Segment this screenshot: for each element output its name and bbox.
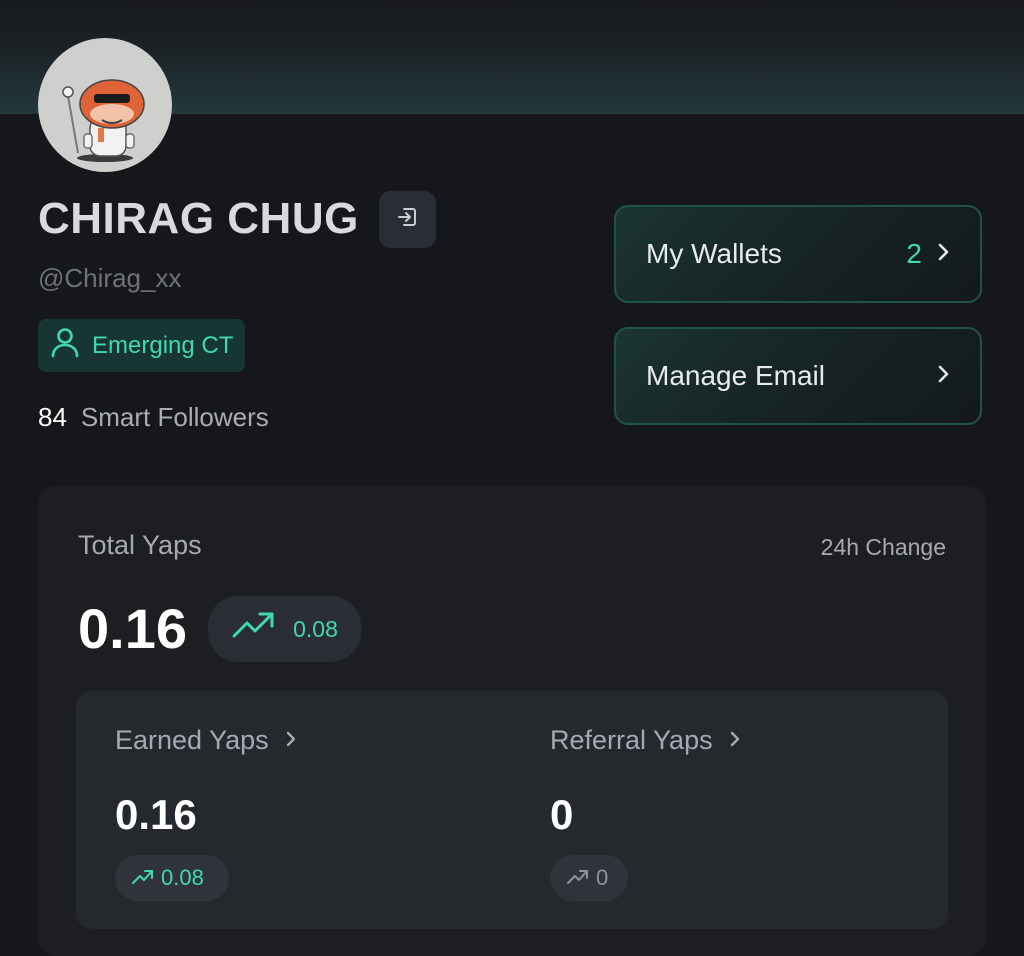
yaps-breakdown: Earned Yaps 0.16 0.08 Referral Yaps 0 0 <box>76 691 948 929</box>
user-icon <box>50 326 92 365</box>
chevron-right-icon <box>713 725 741 756</box>
chevron-right-icon <box>269 725 297 756</box>
avatar <box>38 38 172 172</box>
total-change-value: 0.08 <box>293 615 338 642</box>
manage-email-button[interactable]: Manage Email <box>614 327 982 425</box>
profile-name: CHIRAG CHUG <box>38 194 359 243</box>
earned-yaps-link[interactable]: Earned Yaps <box>115 725 297 756</box>
my-wallets-label: My Wallets <box>646 238 782 269</box>
profile-handle: @Chirag_xx <box>38 263 182 293</box>
referral-change-pill: 0 <box>550 855 628 901</box>
earned-change-value: 0.08 <box>161 865 204 890</box>
badge-label: Emerging CT <box>92 331 234 359</box>
earned-yaps-value: 0.16 <box>115 791 197 838</box>
chevron-right-icon <box>936 363 950 390</box>
smart-followers-count: 84 <box>38 402 67 432</box>
smart-followers: 84 Smart Followers <box>38 402 269 433</box>
referral-yaps-label: Referral Yaps <box>550 725 713 755</box>
trending-up-icon <box>131 865 161 891</box>
profile-name-row: CHIRAG CHUG <box>38 190 436 248</box>
referral-change-value: 0 <box>596 865 609 890</box>
referral-yaps-link[interactable]: Referral Yaps <box>550 725 741 756</box>
smart-followers-label: Smart Followers <box>80 402 269 432</box>
chevron-right-icon <box>936 241 950 268</box>
trending-up-icon <box>231 612 293 646</box>
trending-up-icon <box>566 865 596 891</box>
total-yaps-value: 0.16 <box>78 597 187 660</box>
wallets-count: 2 <box>906 238 922 269</box>
logout-icon <box>395 205 419 234</box>
referral-yaps-value: 0 <box>550 791 574 838</box>
change-label: 24h Change <box>820 534 946 560</box>
total-yaps-title: Total Yaps <box>78 530 202 560</box>
total-change-pill: 0.08 <box>208 596 361 662</box>
my-wallets-button[interactable]: My Wallets 2 <box>614 205 982 303</box>
logout-button[interactable] <box>378 190 436 248</box>
manage-email-label: Manage Email <box>646 360 825 391</box>
yaps-card: Total Yaps 24h Change 0.16 0.08 Earned Y… <box>38 486 986 956</box>
status-badge: Emerging CT <box>38 319 246 372</box>
earned-yaps-label: Earned Yaps <box>115 725 269 755</box>
earned-change-pill: 0.08 <box>115 855 229 901</box>
